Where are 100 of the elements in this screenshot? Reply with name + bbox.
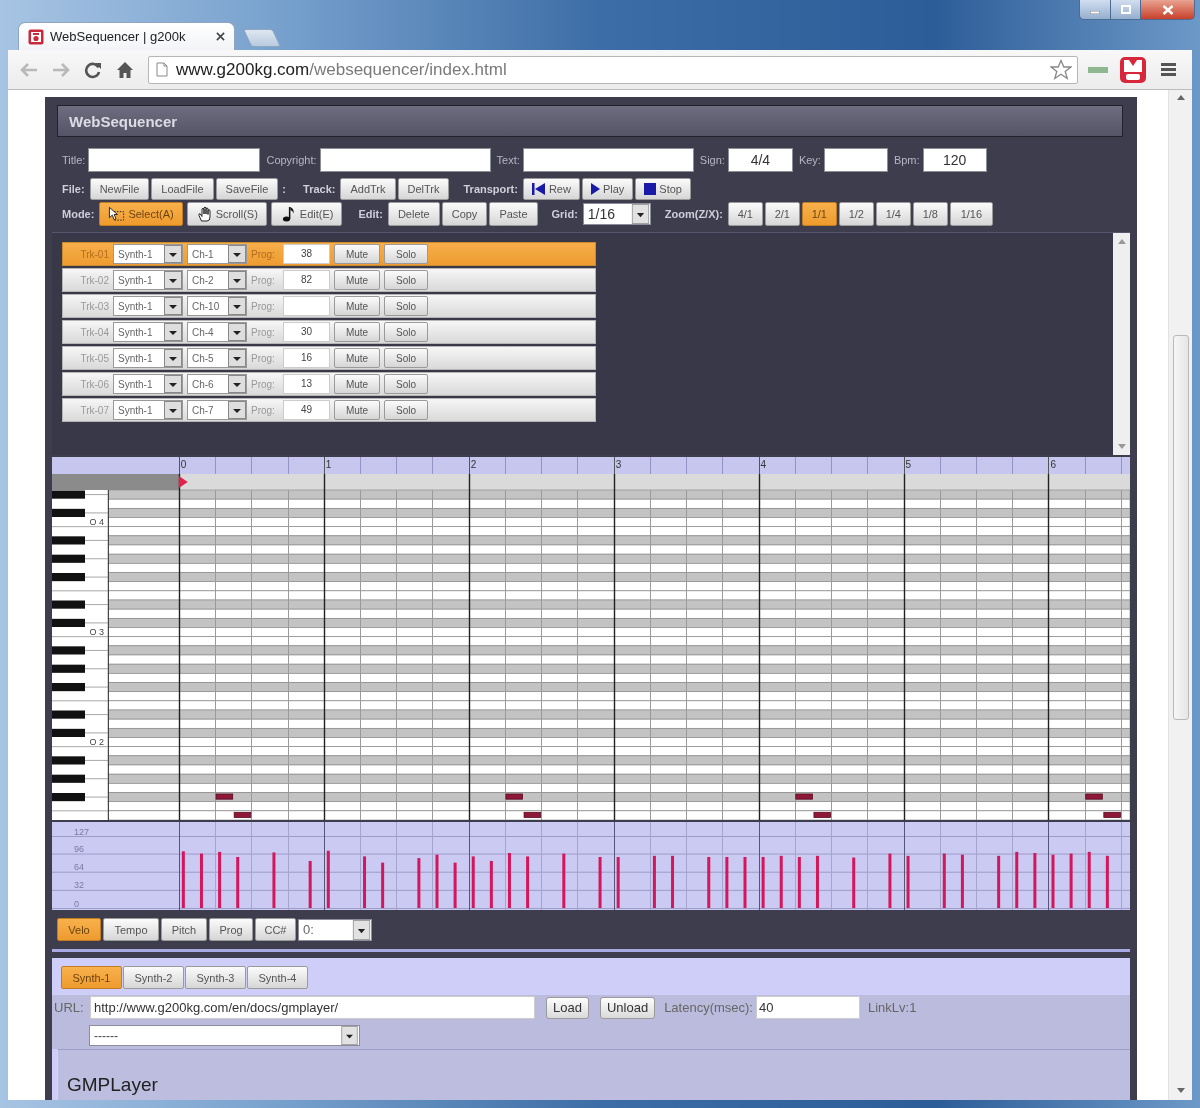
scroll-down-icon[interactable]	[1117, 444, 1126, 449]
prog-field[interactable]: 82	[283, 270, 330, 290]
velocity-bar[interactable]	[960, 854, 964, 908]
home-icon[interactable]	[116, 60, 134, 79]
velocity-bar[interactable]	[707, 857, 711, 908]
back-arrow-icon[interactable]	[20, 60, 38, 79]
file-button[interactable]: SaveFile	[215, 178, 279, 200]
velocity-bar[interactable]	[199, 853, 203, 908]
velocity-bar[interactable]	[761, 857, 765, 908]
velocity-bar[interactable]	[779, 855, 783, 908]
synth-select[interactable]: Synth-1	[113, 400, 183, 420]
synth-tab[interactable]: Synth-2	[123, 966, 184, 989]
mute-button[interactable]: Mute	[334, 374, 380, 394]
prog-field[interactable]	[283, 296, 330, 316]
channel-select[interactable]: Ch-6	[187, 374, 247, 394]
mute-button[interactable]: Mute	[334, 348, 380, 368]
track-row[interactable]: Trk-02 Synth-1 Ch-2 Prog: 82 Mute Solo	[62, 268, 596, 292]
velocity-bar[interactable]	[743, 857, 747, 908]
unload-button[interactable]: Unload	[599, 996, 656, 1019]
track-row[interactable]: Trk-07 Synth-1 Ch-7 Prog: 49 Mute Solo	[62, 398, 596, 422]
synth-select[interactable]: Synth-1	[113, 322, 183, 342]
track-row[interactable]: Trk-01 Synth-1 Ch-1 Prog: 38 Mute Solo	[62, 242, 596, 266]
mute-button[interactable]: Mute	[334, 296, 380, 316]
channel-select[interactable]: Ch-1	[187, 244, 247, 264]
latency-field[interactable]: 40	[756, 996, 860, 1019]
velocity-bar[interactable]	[236, 857, 240, 908]
velocity-bar[interactable]	[1105, 855, 1109, 908]
velocity-bar[interactable]	[181, 851, 185, 908]
mute-button[interactable]: Mute	[334, 322, 380, 342]
velocity-bar[interactable]	[453, 862, 457, 908]
velocity-bar[interactable]	[1051, 854, 1055, 908]
velocity-bar[interactable]	[435, 854, 439, 908]
velocity-bar[interactable]	[562, 853, 566, 908]
menu-icon[interactable]	[1161, 63, 1176, 76]
zoom-button[interactable]: 1/2	[838, 202, 874, 226]
mute-button[interactable]: Mute	[334, 270, 380, 290]
velocity-bar[interactable]	[1033, 853, 1037, 908]
velocity-bar[interactable]	[471, 856, 475, 908]
synth-tab[interactable]: Synth-3	[185, 966, 246, 989]
velocity-bar[interactable]	[417, 858, 421, 908]
maximize-button[interactable]	[1111, 0, 1141, 20]
track-row[interactable]: Trk-05 Synth-1 Ch-5 Prog: 16 Mute Solo	[62, 346, 596, 370]
extension-icon[interactable]	[1119, 55, 1147, 84]
track-row[interactable]: Trk-06 Synth-1 Ch-6 Prog: 13 Mute Solo	[62, 372, 596, 396]
zoom-button[interactable]: 1/16	[949, 202, 993, 226]
velocity-bar[interactable]	[218, 851, 222, 908]
velocity-bar[interactable]	[815, 855, 819, 908]
transport-button[interactable]: Stop	[635, 178, 691, 200]
velocity-bar[interactable]	[507, 853, 511, 908]
solo-button[interactable]: Solo	[384, 374, 428, 394]
timeline-ruler[interactable]	[52, 457, 1130, 474]
velocity-bar[interactable]	[326, 850, 330, 908]
lane-tab[interactable]: CC#	[255, 918, 296, 941]
solo-button[interactable]: Solo	[384, 322, 428, 342]
synth-select[interactable]: Synth-1	[113, 244, 183, 264]
text-field[interactable]	[319, 148, 491, 172]
playhead-track[interactable]	[52, 474, 1130, 490]
load-button[interactable]: Load	[546, 996, 589, 1019]
prog-field[interactable]: 16	[283, 348, 330, 368]
scrollbar-thumb[interactable]	[1172, 335, 1189, 720]
mute-button[interactable]: Mute	[334, 244, 380, 264]
scroll-down-icon[interactable]	[1176, 1088, 1185, 1093]
velocity-bar[interactable]	[526, 856, 530, 908]
text-field[interactable]	[88, 148, 261, 172]
note-block[interactable]	[813, 811, 831, 818]
minimize-button[interactable]	[1079, 0, 1111, 20]
close-tab-icon[interactable]	[216, 32, 225, 41]
transport-button[interactable]: Rew	[522, 178, 580, 200]
velocity-bar[interactable]	[888, 853, 892, 908]
prog-field[interactable]: 30	[283, 322, 330, 342]
grid-select[interactable]: 1/16	[582, 203, 651, 225]
velocity-bar[interactable]	[616, 857, 620, 908]
synth-select[interactable]: Synth-1	[113, 348, 183, 368]
lane-tab[interactable]: Pitch	[161, 918, 207, 941]
solo-button[interactable]: Solo	[384, 400, 428, 420]
zoom-button[interactable]: 2/1	[764, 202, 800, 226]
lane-tab[interactable]: Prog	[209, 918, 253, 941]
velocity-bar[interactable]	[1087, 851, 1091, 908]
url-field[interactable]: http://www.g200kg.com/en/docs/gmplayer/	[90, 996, 535, 1019]
file-button[interactable]: LoadFile	[151, 178, 214, 200]
velocity-bar[interactable]	[671, 855, 675, 908]
channel-select[interactable]: Ch-4	[187, 322, 247, 342]
text-field[interactable]	[823, 148, 888, 172]
note-block[interactable]	[523, 811, 542, 818]
velocity-bar[interactable]	[1015, 851, 1019, 908]
edit-button[interactable]: Paste	[489, 202, 538, 226]
velocity-bar[interactable]	[1069, 853, 1073, 908]
velocity-bar[interactable]	[942, 853, 946, 908]
channel-select[interactable]: Ch-10	[187, 296, 247, 316]
zoom-button[interactable]: 1/1	[801, 202, 837, 226]
text-field[interactable]: 4/4	[727, 148, 793, 172]
reload-icon[interactable]	[84, 60, 102, 79]
solo-button[interactable]: Solo	[384, 348, 428, 368]
scroll-up-icon[interactable]	[1117, 239, 1126, 244]
velocity-bar[interactable]	[272, 852, 276, 908]
mode-button[interactable]: Select(A)	[99, 202, 183, 226]
track-scrollbar[interactable]	[1113, 233, 1130, 455]
velocity-bar[interactable]	[725, 857, 729, 908]
cc-select[interactable]: 0:	[298, 918, 372, 941]
star-icon[interactable]	[1050, 58, 1072, 81]
